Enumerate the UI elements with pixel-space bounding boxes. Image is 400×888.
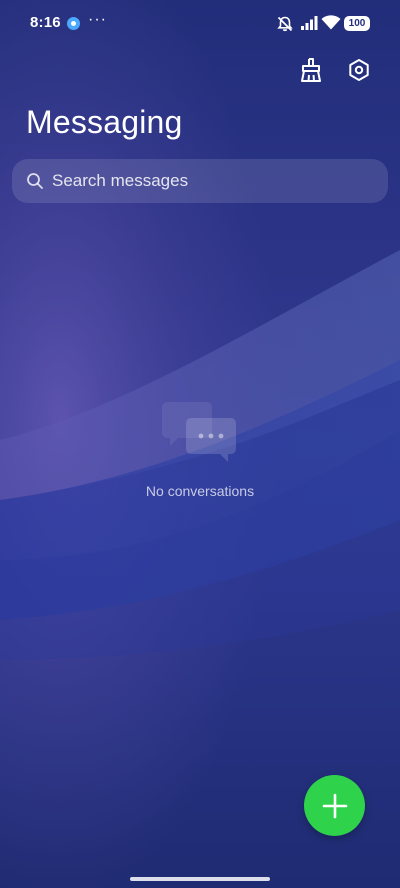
brush-icon bbox=[301, 58, 321, 82]
search-icon bbox=[27, 173, 43, 189]
clean-up-button[interactable] bbox=[293, 52, 329, 88]
signal-icon bbox=[301, 16, 318, 30]
settings-button[interactable] bbox=[341, 52, 377, 88]
home-indicator[interactable] bbox=[130, 877, 270, 881]
status-time: 8:16 bbox=[30, 14, 61, 31]
search-bar[interactable] bbox=[12, 159, 388, 203]
mute-icon bbox=[277, 16, 293, 32]
new-conversation-button[interactable] bbox=[304, 775, 365, 836]
empty-state-text: No conversations bbox=[145, 483, 255, 499]
notification-app-icon bbox=[67, 17, 80, 30]
search-input[interactable] bbox=[52, 159, 372, 203]
plus-icon bbox=[322, 793, 347, 818]
messaging-screen: 8:16 ··· 100 Messaging Search messages N… bbox=[0, 0, 400, 888]
chat-bubbles-icon bbox=[162, 402, 236, 462]
settings-icon bbox=[349, 59, 369, 81]
status-bar: 8:16 ··· 100 bbox=[0, 0, 400, 48]
wifi-icon bbox=[321, 15, 341, 30]
more-notifications-indicator: ··· bbox=[88, 11, 107, 28]
battery-indicator: 100 bbox=[344, 16, 370, 31]
page-title: Messaging bbox=[26, 104, 183, 140]
